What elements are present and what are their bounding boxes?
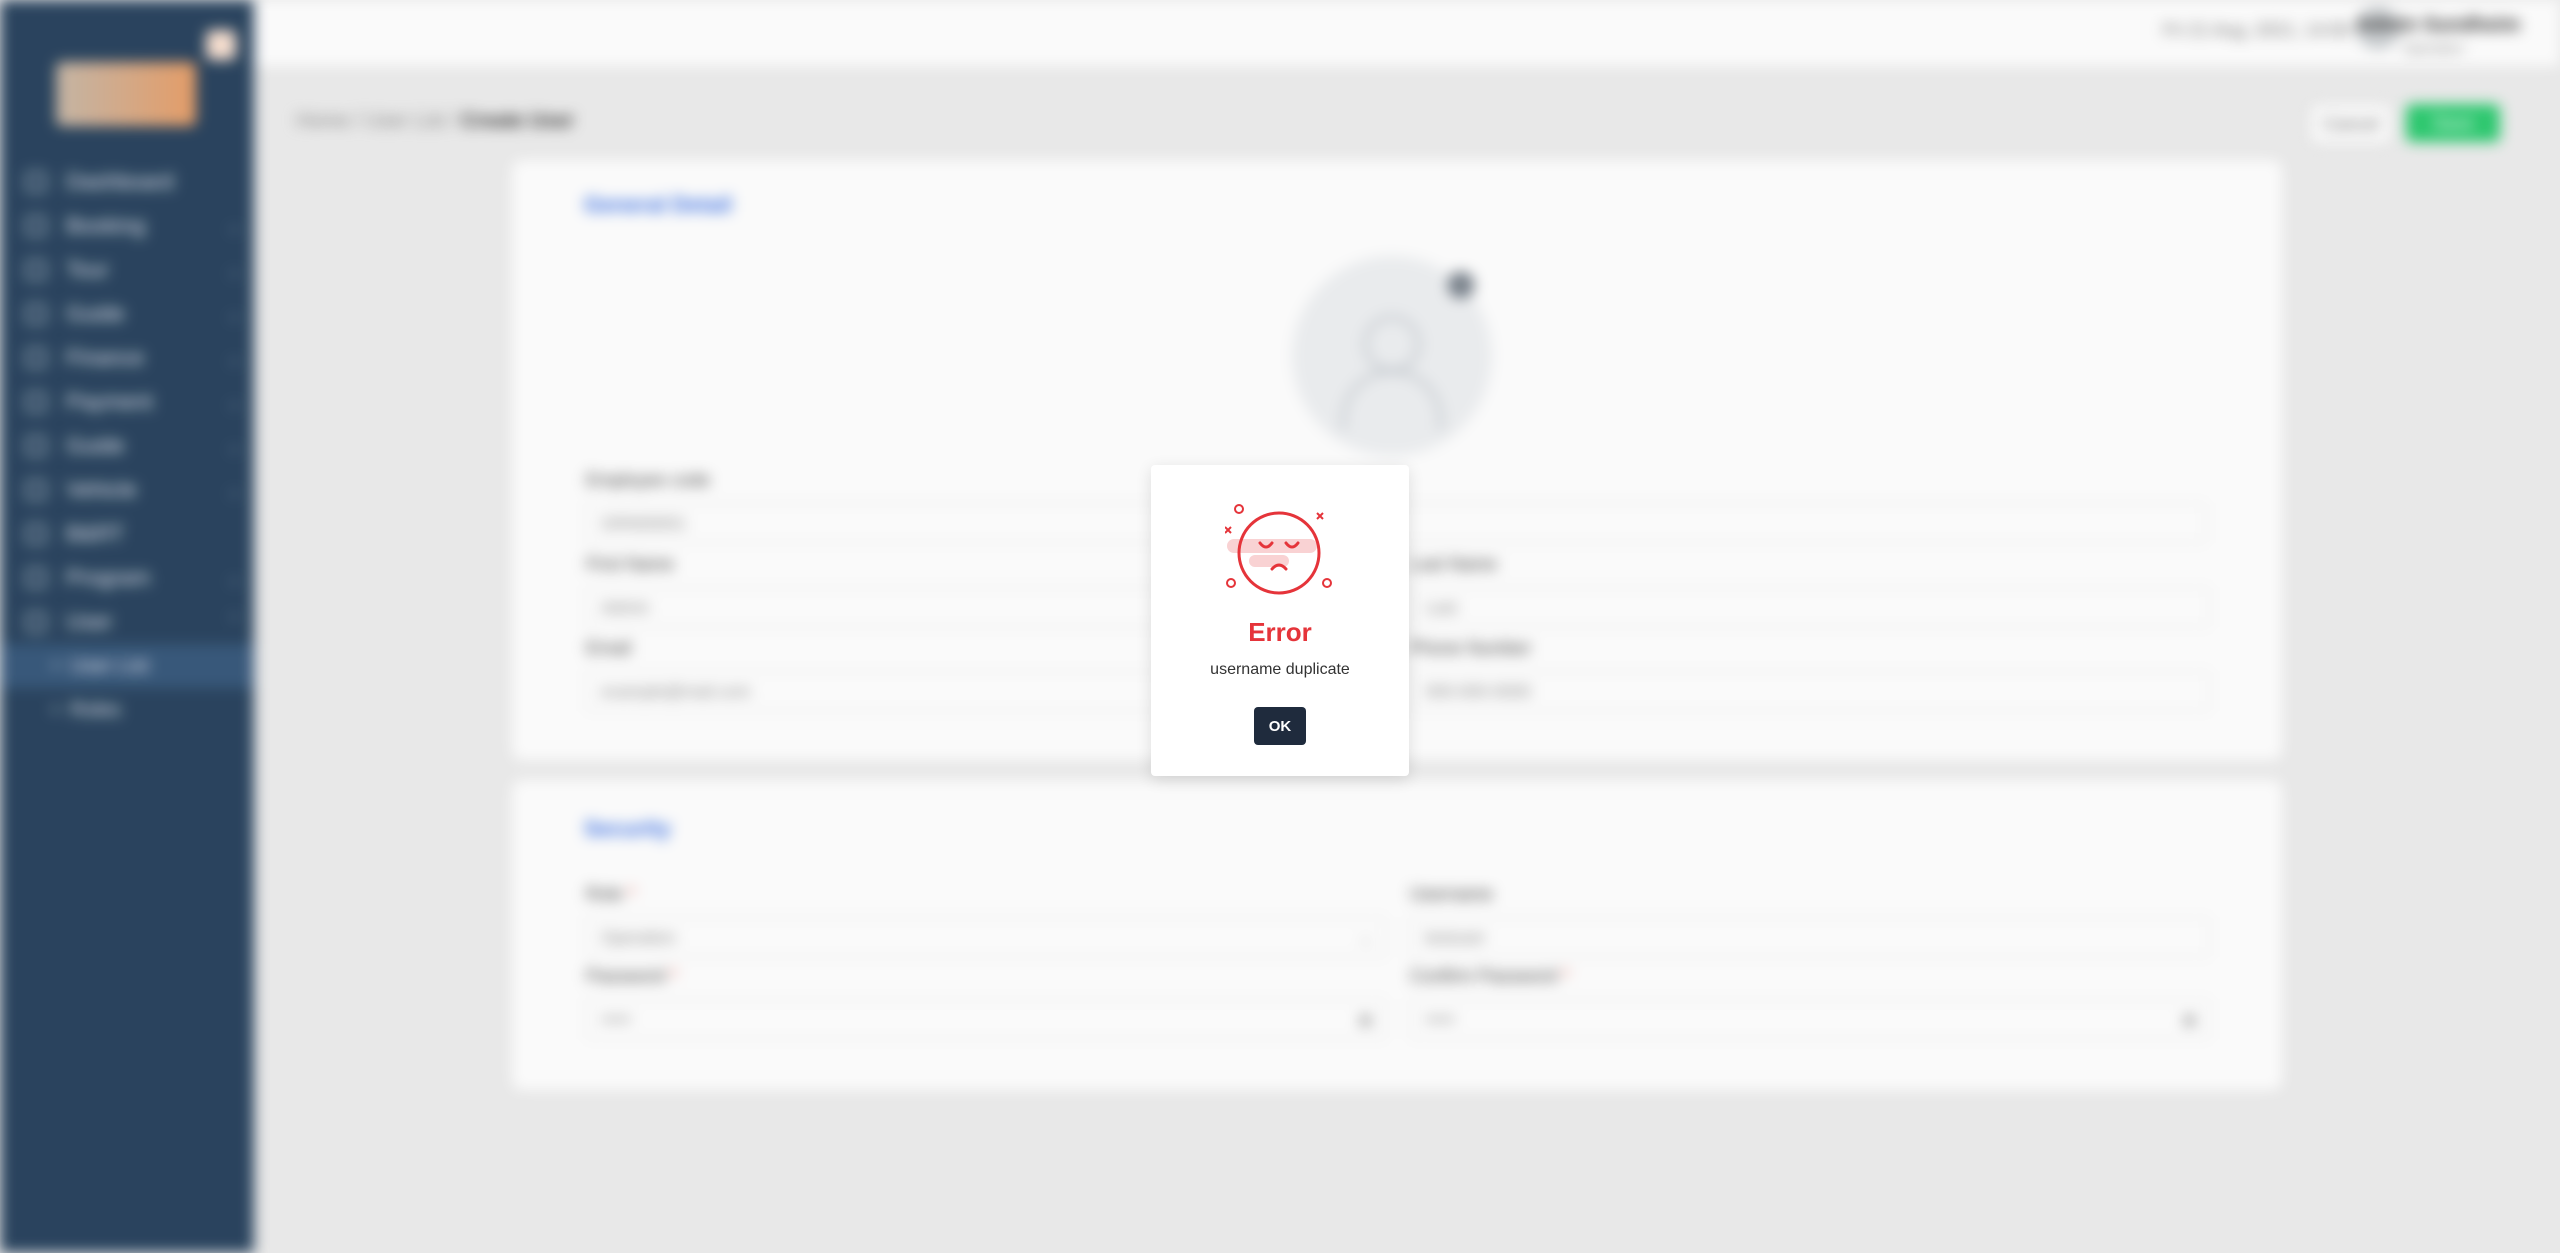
dialog-message: username duplicate [1210, 661, 1350, 678]
ok-button[interactable]: OK [1254, 707, 1306, 745]
error-dialog: Error username duplicate OK [1151, 465, 1409, 776]
dialog-title: Error [1248, 617, 1312, 647]
sad-face-icon [1225, 504, 1332, 595]
